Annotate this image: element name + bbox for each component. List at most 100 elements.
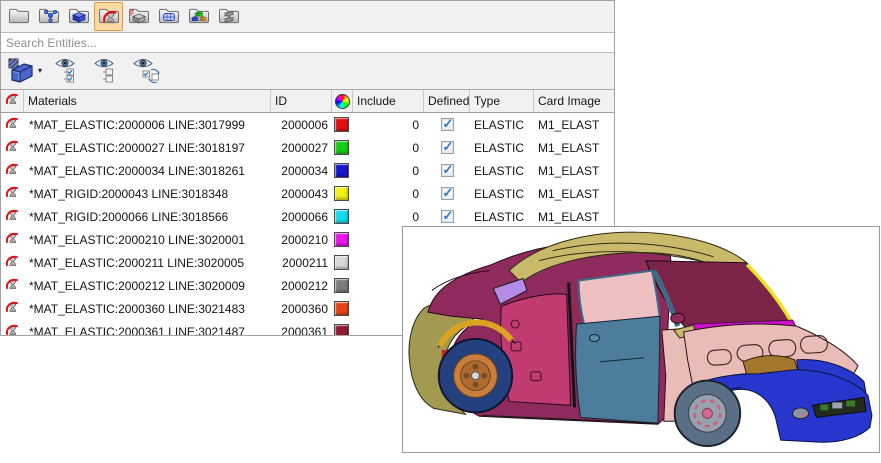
color-swatch[interactable] <box>334 324 349 336</box>
defined-checkbox[interactable] <box>441 210 454 223</box>
folder-network-icon <box>38 6 60 28</box>
app-window: t <box>0 0 881 463</box>
color-swatch[interactable] <box>334 163 349 178</box>
table-row[interactable]: *MAT_ELASTIC:2000027 LINE:3018197 200002… <box>1 136 614 159</box>
row-type: ELASTIC <box>470 118 534 132</box>
toolbar-button-materials[interactable] <box>94 2 123 31</box>
row-material-name: *MAT_ELASTIC:2000360 LINE:3021483 <box>24 302 271 316</box>
row-material-name: *MAT_RIGID:2000066 LINE:3018566 <box>24 210 271 224</box>
row-type: ELASTIC <box>470 210 534 224</box>
row-type: ELASTIC <box>470 164 534 178</box>
color-swatch[interactable] <box>334 117 349 132</box>
defined-checkbox[interactable] <box>441 118 454 131</box>
table-row[interactable]: *MAT_ELASTIC:2000006 LINE:3017999 200000… <box>1 113 614 136</box>
row-id: 2000006 <box>271 118 332 132</box>
row-color-cell <box>332 324 353 336</box>
graphics-viewport[interactable] <box>402 226 880 453</box>
table-row[interactable]: *MAT_RIGID:2000043 LINE:3018348 2000043 … <box>1 182 614 205</box>
reverse-display-button[interactable] <box>131 56 163 87</box>
row-material-name: *MAT_ELASTIC:2000006 LINE:3017999 <box>24 118 271 132</box>
table-row[interactable]: *MAT_RIGID:2000066 LINE:3018566 2000066 … <box>1 205 614 228</box>
color-swatch[interactable] <box>334 301 349 316</box>
color-swatch[interactable] <box>334 209 349 224</box>
defined-checkbox[interactable] <box>441 141 454 154</box>
material-icon <box>5 139 20 157</box>
show-all-button[interactable] <box>53 56 83 87</box>
row-entity-icon-cell <box>1 162 24 180</box>
row-defined-cell <box>424 141 470 154</box>
display-toolbar: ▾ <box>1 53 614 90</box>
material-icon <box>5 231 20 249</box>
row-entity-icon-cell <box>1 116 24 134</box>
row-material-name: *MAT_RIGID:2000043 LINE:3018348 <box>24 187 271 201</box>
folder-material-icon <box>98 6 120 28</box>
row-card-image: M1_ELAST <box>534 118 614 132</box>
row-entity-icon-cell <box>1 139 24 157</box>
color-wheel-icon <box>335 94 350 109</box>
folder-component-icon <box>68 6 90 28</box>
toolbar-button-sections[interactable] <box>214 2 243 31</box>
row-material-name: *MAT_ELASTIC:2000361 LINE:3021487 <box>24 325 271 337</box>
row-color-cell <box>332 232 353 247</box>
row-color-cell <box>332 163 353 178</box>
toolbar-button-mesh[interactable] <box>154 2 183 31</box>
header-color[interactable] <box>332 90 353 112</box>
color-swatch[interactable] <box>334 255 349 270</box>
row-material-name: *MAT_ELASTIC:2000034 LINE:3018261 <box>24 164 271 178</box>
header-id[interactable]: ID <box>271 90 332 112</box>
row-include: 0 <box>353 164 424 178</box>
defined-checkbox[interactable] <box>441 164 454 177</box>
row-defined-cell <box>424 187 470 200</box>
toolbar-button-assemblies[interactable] <box>184 2 213 31</box>
header-include[interactable]: Include <box>353 90 424 112</box>
row-material-name: *MAT_ELASTIC:2000027 LINE:3018197 <box>24 141 271 155</box>
defined-checkbox[interactable] <box>441 187 454 200</box>
row-id: 2000027 <box>271 141 332 155</box>
material-icon <box>5 92 20 110</box>
row-defined-cell <box>424 118 470 131</box>
toolbar-button-connections[interactable] <box>34 2 63 31</box>
row-card-image: M1_ELAST <box>534 210 614 224</box>
row-material-name: *MAT_ELASTIC:2000210 LINE:3020001 <box>24 233 271 247</box>
row-id: 2000361 <box>271 325 332 337</box>
toolbar-button-components[interactable] <box>64 2 93 31</box>
row-include: 0 <box>353 187 424 201</box>
row-card-image: M1_ELAST <box>534 141 614 155</box>
row-material-name: *MAT_ELASTIC:2000212 LINE:3020009 <box>24 279 271 293</box>
table-header: Materials ID Include Defined Type Card I… <box>1 90 614 113</box>
header-entity-type[interactable] <box>1 90 24 112</box>
color-swatch[interactable] <box>334 140 349 155</box>
row-type: ELASTIC <box>470 187 534 201</box>
material-icon <box>5 254 20 272</box>
row-entity-icon-cell <box>1 277 24 295</box>
row-color-cell <box>332 278 353 293</box>
table-row[interactable]: *MAT_ELASTIC:2000034 LINE:3018261 200003… <box>1 159 614 182</box>
svg-text:t: t <box>132 9 134 16</box>
row-color-cell <box>332 140 353 155</box>
header-card-image[interactable]: Card Image <box>534 90 614 112</box>
color-swatch[interactable] <box>334 186 349 201</box>
folder-property-icon: t <box>128 6 150 28</box>
row-defined-cell <box>424 164 470 177</box>
search-row <box>1 33 614 53</box>
header-materials[interactable]: Materials <box>24 90 271 112</box>
row-id: 2000211 <box>271 256 332 270</box>
hide-all-button[interactable] <box>92 56 122 87</box>
header-defined[interactable]: Defined <box>424 90 470 112</box>
row-entity-icon-cell <box>1 323 24 337</box>
eye-show-icon <box>53 56 83 87</box>
row-entity-icon-cell <box>1 300 24 318</box>
display-mode-button[interactable]: ▾ <box>6 56 44 87</box>
row-color-cell <box>332 209 353 224</box>
toolbar-button-properties[interactable]: t <box>124 2 153 31</box>
color-swatch[interactable] <box>334 278 349 293</box>
folder-section-icon <box>218 6 240 28</box>
search-input[interactable] <box>1 33 614 52</box>
row-id: 2000360 <box>271 302 332 316</box>
color-swatch[interactable] <box>334 232 349 247</box>
toolbar-button-model[interactable] <box>4 2 33 31</box>
row-entity-icon-cell <box>1 254 24 272</box>
header-type[interactable]: Type <box>470 90 534 112</box>
row-color-cell <box>332 117 353 132</box>
material-icon <box>5 277 20 295</box>
